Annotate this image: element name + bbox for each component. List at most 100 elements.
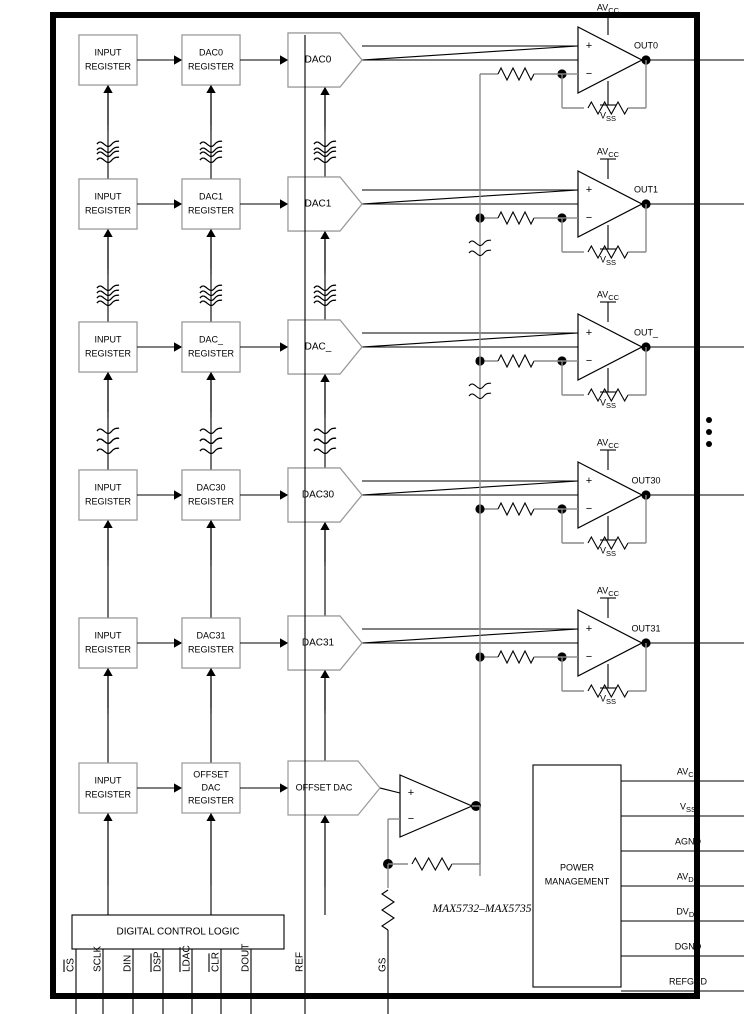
output-opamp-row0 xyxy=(577,26,644,94)
dac-block-label-row0: DAC0 xyxy=(305,55,332,66)
flow-arrow-ir-to-dacreg-rowx xyxy=(174,342,182,352)
power-management-label1: POWER xyxy=(560,862,595,872)
opamp-vss-label-row30: VSS xyxy=(600,545,616,558)
bottom-pin-label-DIN: DIN xyxy=(123,955,134,972)
flow-arrow-dacreg-to-dac-rowx xyxy=(280,342,288,352)
output-pin-label-row0: OUT0 xyxy=(634,40,658,50)
offset-input-register-label: INPUT xyxy=(95,775,123,785)
input-register-label-row31: INPUT xyxy=(95,630,123,640)
bottom-pin-SCLK: SCLK xyxy=(93,946,104,972)
input-register-label-row0: INPUT xyxy=(95,47,123,57)
bottom-pin-REF: REF xyxy=(295,952,306,972)
opamp-vss-label-row1: VSS xyxy=(600,254,616,267)
input-register-label-row1: INPUT xyxy=(95,191,123,201)
dac-output-wire-rowx xyxy=(361,332,579,348)
dac-register-box-row31 xyxy=(181,617,241,669)
bottom-pin-GS: GS xyxy=(378,957,389,972)
bottom-pin-label-DOUT: DOUT xyxy=(241,944,252,972)
feed-arrow-row31-col0 xyxy=(103,668,113,676)
offset-flow-arrow-2 xyxy=(280,783,288,793)
feed-arrow-rowx-col2 xyxy=(320,374,330,382)
flow-arrow-dacreg-to-dac-row0 xyxy=(280,55,288,65)
bottom-pin-label-GS: GS xyxy=(378,957,389,972)
opamp-vcc-label-row31: AVCC xyxy=(597,585,620,598)
digital-control-logic-label: DIGITAL CONTROL LOGIC xyxy=(117,927,240,938)
bottom-pin-label-CLR: CLR xyxy=(211,952,222,972)
feed-arrow-row1-col0 xyxy=(103,229,113,237)
output-pin-label-row31: OUT31 xyxy=(631,623,660,633)
dac-block-label-row1: DAC1 xyxy=(305,199,332,210)
output-pin-label-rowx: OUT_ xyxy=(634,327,659,337)
output-opamp-row31 xyxy=(577,609,644,677)
opamp-minus-row1: − xyxy=(586,212,592,224)
offset-dac-out-wire xyxy=(379,787,401,794)
offset-flow-arrow-1 xyxy=(174,783,182,793)
opamp-plus-rowx: + xyxy=(586,327,592,339)
feed-arrow-row30-col2 xyxy=(320,522,330,530)
feed-arrow-row1-col2 xyxy=(320,231,330,239)
input-register-label2-rowx: REGISTER xyxy=(85,348,132,358)
output-pin-label-row30: OUT30 xyxy=(631,475,660,485)
offset-feed-arrow-0 xyxy=(103,813,113,821)
opamp-plus-row1: + xyxy=(586,184,592,196)
input-register-box-row31 xyxy=(78,617,138,669)
bottom-pin-DSP: DSP xyxy=(150,951,164,972)
bottom-pin-label-CS: CS xyxy=(66,958,77,972)
flow-arrow-ir-to-dacreg-row31 xyxy=(174,638,182,648)
dac-register-box-row0 xyxy=(181,34,241,86)
dac-register-label-row30: DAC30 xyxy=(196,482,225,492)
input-resistor-row0 xyxy=(497,66,535,82)
offset-buffer-opamp xyxy=(399,774,474,838)
offset-feedback-resistor xyxy=(411,856,453,872)
input-register-label-rowx: INPUT xyxy=(95,334,123,344)
dac-register-label2-rowx: REGISTER xyxy=(188,348,235,358)
input-resistor-rowx xyxy=(497,353,535,369)
offset-opamp-plus: + xyxy=(408,787,414,799)
dac-output-wire-row1 xyxy=(361,189,579,205)
offset-input-register-label2: REGISTER xyxy=(85,789,132,799)
offset-dac-register-label2: DAC xyxy=(201,782,221,792)
input-register-box-rowx xyxy=(78,321,138,373)
output-opamp-row1 xyxy=(577,170,644,238)
bottom-pin-CLR: CLR xyxy=(208,952,222,972)
dac-block-label-row30: DAC30 xyxy=(302,490,335,501)
feed-arrow-row0-col1 xyxy=(206,85,216,93)
feed-arrow-row31-col1 xyxy=(206,668,216,676)
power-management-label2: MANAGEMENT xyxy=(545,876,610,886)
bottom-pin-CS: CS xyxy=(63,958,77,972)
ellipsis-dot xyxy=(706,429,712,435)
output-opamp-row30 xyxy=(577,461,644,529)
input-register-label2-row30: REGISTER xyxy=(85,496,132,506)
power-pin-label-REFGND: REFGND xyxy=(669,976,708,986)
feed-arrow-rowx-col0 xyxy=(103,372,113,380)
dac-block-label-rowx: DAC_ xyxy=(305,342,332,353)
offset-feed-arrow-1 xyxy=(206,813,216,821)
feed-arrow-row0-col2 xyxy=(320,87,330,95)
opamp-vcc-label-rowx: AVCC xyxy=(597,289,620,302)
feed-arrow-row31-col2 xyxy=(320,670,330,678)
ellipsis-dot xyxy=(706,441,712,447)
offset-opamp-minus: − xyxy=(408,813,414,825)
diagram-svg: INPUT REGISTER DAC0 REGISTER DAC0 + − AVCC VSS OU… xyxy=(50,2,744,1014)
feed-arrow-row30-col0 xyxy=(103,520,113,528)
dac-register-label2-row1: REGISTER xyxy=(188,205,235,215)
dac-register-label2-row0: REGISTER xyxy=(188,61,235,71)
flow-arrow-ir-to-dacreg-row0 xyxy=(174,55,182,65)
flow-arrow-ir-to-dacreg-row30 xyxy=(174,490,182,500)
opamp-plus-row31: + xyxy=(586,623,592,635)
dac-register-label-rowx: DAC_ xyxy=(199,334,224,344)
flow-arrow-dacreg-to-dac-row31 xyxy=(280,638,288,648)
opamp-plus-row0: + xyxy=(586,40,592,52)
dac-register-box-row1 xyxy=(181,178,241,230)
gs-resistor xyxy=(381,889,395,931)
bottom-pin-label-DSP: DSP xyxy=(153,951,164,972)
dac-output-wire-row0 xyxy=(361,45,579,61)
input-register-label2-row1: REGISTER xyxy=(85,205,132,215)
input-register-label2-row0: REGISTER xyxy=(85,61,132,71)
dac-register-label-row31: DAC31 xyxy=(196,630,225,640)
ellipsis-dot xyxy=(706,417,712,423)
feed-arrow-row0-col0 xyxy=(103,85,113,93)
dac-register-box-row30 xyxy=(181,469,241,521)
opamp-minus-row30: − xyxy=(586,503,592,515)
input-resistor-row31 xyxy=(497,649,535,665)
